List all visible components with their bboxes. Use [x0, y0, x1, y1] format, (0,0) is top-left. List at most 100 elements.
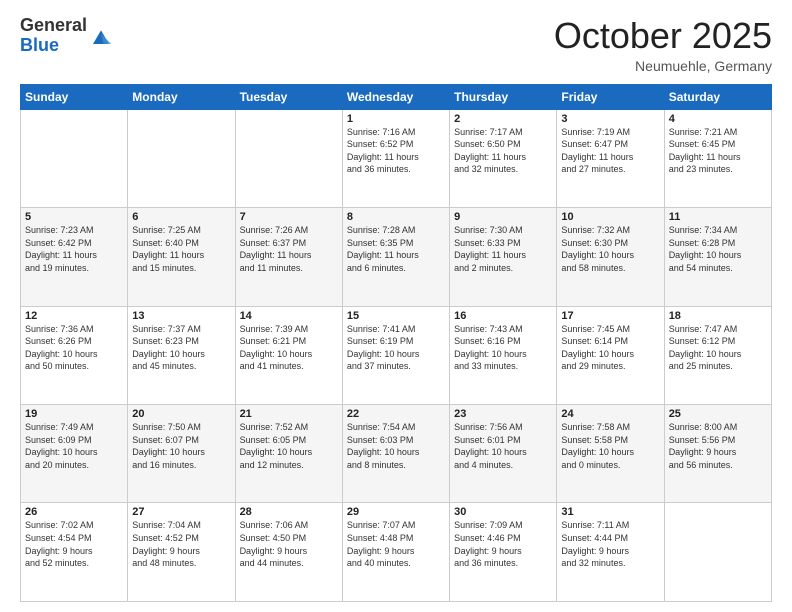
day-info: Sunrise: 7:11 AM Sunset: 4:44 PM Dayligh…: [561, 519, 659, 569]
week-row-3: 12Sunrise: 7:36 AM Sunset: 6:26 PM Dayli…: [21, 306, 772, 404]
day-info: Sunrise: 7:43 AM Sunset: 6:16 PM Dayligh…: [454, 323, 552, 373]
calendar-cell: 29Sunrise: 7:07 AM Sunset: 4:48 PM Dayli…: [342, 503, 449, 602]
calendar-cell: 9Sunrise: 7:30 AM Sunset: 6:33 PM Daylig…: [450, 208, 557, 306]
logo-general-text: General: [20, 16, 87, 36]
calendar-cell: 13Sunrise: 7:37 AM Sunset: 6:23 PM Dayli…: [128, 306, 235, 404]
day-number: 19: [25, 408, 123, 420]
week-row-5: 26Sunrise: 7:02 AM Sunset: 4:54 PM Dayli…: [21, 503, 772, 602]
day-number: 24: [561, 408, 659, 420]
calendar-cell: 8Sunrise: 7:28 AM Sunset: 6:35 PM Daylig…: [342, 208, 449, 306]
calendar-cell: 25Sunrise: 8:00 AM Sunset: 5:56 PM Dayli…: [664, 405, 771, 503]
calendar-cell: 21Sunrise: 7:52 AM Sunset: 6:05 PM Dayli…: [235, 405, 342, 503]
calendar-cell: 28Sunrise: 7:06 AM Sunset: 4:50 PM Dayli…: [235, 503, 342, 602]
day-info: Sunrise: 7:54 AM Sunset: 6:03 PM Dayligh…: [347, 421, 445, 471]
day-number: 29: [347, 506, 445, 518]
logo-blue-text: Blue: [20, 36, 87, 56]
day-info: Sunrise: 7:26 AM Sunset: 6:37 PM Dayligh…: [240, 224, 338, 274]
header-row: Sunday Monday Tuesday Wednesday Thursday…: [21, 84, 772, 109]
day-number: 12: [25, 310, 123, 322]
day-info: Sunrise: 7:09 AM Sunset: 4:46 PM Dayligh…: [454, 519, 552, 569]
location: Neumuehle, Germany: [554, 58, 772, 74]
calendar-cell: 27Sunrise: 7:04 AM Sunset: 4:52 PM Dayli…: [128, 503, 235, 602]
calendar-cell: 6Sunrise: 7:25 AM Sunset: 6:40 PM Daylig…: [128, 208, 235, 306]
day-info: Sunrise: 7:06 AM Sunset: 4:50 PM Dayligh…: [240, 519, 338, 569]
day-info: Sunrise: 7:02 AM Sunset: 4:54 PM Dayligh…: [25, 519, 123, 569]
day-info: Sunrise: 7:16 AM Sunset: 6:52 PM Dayligh…: [347, 126, 445, 176]
day-info: Sunrise: 7:17 AM Sunset: 6:50 PM Dayligh…: [454, 126, 552, 176]
calendar-cell: [128, 109, 235, 207]
day-number: 14: [240, 310, 338, 322]
calendar-cell: 7Sunrise: 7:26 AM Sunset: 6:37 PM Daylig…: [235, 208, 342, 306]
calendar-cell: 4Sunrise: 7:21 AM Sunset: 6:45 PM Daylig…: [664, 109, 771, 207]
day-number: 13: [132, 310, 230, 322]
day-info: Sunrise: 7:47 AM Sunset: 6:12 PM Dayligh…: [669, 323, 767, 373]
day-number: 1: [347, 113, 445, 125]
day-info: Sunrise: 7:34 AM Sunset: 6:28 PM Dayligh…: [669, 224, 767, 274]
day-number: 17: [561, 310, 659, 322]
calendar-cell: 5Sunrise: 7:23 AM Sunset: 6:42 PM Daylig…: [21, 208, 128, 306]
day-number: 23: [454, 408, 552, 420]
calendar-cell: 12Sunrise: 7:36 AM Sunset: 6:26 PM Dayli…: [21, 306, 128, 404]
calendar-cell: 31Sunrise: 7:11 AM Sunset: 4:44 PM Dayli…: [557, 503, 664, 602]
day-number: 11: [669, 211, 767, 223]
day-info: Sunrise: 7:49 AM Sunset: 6:09 PM Dayligh…: [25, 421, 123, 471]
calendar-cell: 2Sunrise: 7:17 AM Sunset: 6:50 PM Daylig…: [450, 109, 557, 207]
calendar-cell: 1Sunrise: 7:16 AM Sunset: 6:52 PM Daylig…: [342, 109, 449, 207]
logo-icon: [89, 24, 113, 48]
calendar-cell: 26Sunrise: 7:02 AM Sunset: 4:54 PM Dayli…: [21, 503, 128, 602]
title-block: October 2025 Neumuehle, Germany: [554, 16, 772, 74]
day-number: 28: [240, 506, 338, 518]
calendar-cell: 17Sunrise: 7:45 AM Sunset: 6:14 PM Dayli…: [557, 306, 664, 404]
header: General Blue October 2025 Neumuehle, Ger…: [20, 16, 772, 74]
day-info: Sunrise: 7:32 AM Sunset: 6:30 PM Dayligh…: [561, 224, 659, 274]
day-info: Sunrise: 7:39 AM Sunset: 6:21 PM Dayligh…: [240, 323, 338, 373]
calendar-cell: 14Sunrise: 7:39 AM Sunset: 6:21 PM Dayli…: [235, 306, 342, 404]
calendar-cell: 20Sunrise: 7:50 AM Sunset: 6:07 PM Dayli…: [128, 405, 235, 503]
day-info: Sunrise: 7:23 AM Sunset: 6:42 PM Dayligh…: [25, 224, 123, 274]
header-tuesday: Tuesday: [235, 84, 342, 109]
day-info: Sunrise: 7:21 AM Sunset: 6:45 PM Dayligh…: [669, 126, 767, 176]
calendar-cell: [664, 503, 771, 602]
day-info: Sunrise: 7:30 AM Sunset: 6:33 PM Dayligh…: [454, 224, 552, 274]
day-number: 20: [132, 408, 230, 420]
header-friday: Friday: [557, 84, 664, 109]
day-info: Sunrise: 7:52 AM Sunset: 6:05 PM Dayligh…: [240, 421, 338, 471]
day-number: 10: [561, 211, 659, 223]
week-row-1: 1Sunrise: 7:16 AM Sunset: 6:52 PM Daylig…: [21, 109, 772, 207]
day-info: Sunrise: 7:58 AM Sunset: 5:58 PM Dayligh…: [561, 421, 659, 471]
day-number: 4: [669, 113, 767, 125]
day-number: 6: [132, 211, 230, 223]
header-thursday: Thursday: [450, 84, 557, 109]
day-info: Sunrise: 7:25 AM Sunset: 6:40 PM Dayligh…: [132, 224, 230, 274]
month-title: October 2025: [554, 16, 772, 56]
calendar-cell: [21, 109, 128, 207]
day-info: Sunrise: 7:04 AM Sunset: 4:52 PM Dayligh…: [132, 519, 230, 569]
header-sunday: Sunday: [21, 84, 128, 109]
day-number: 22: [347, 408, 445, 420]
day-info: Sunrise: 8:00 AM Sunset: 5:56 PM Dayligh…: [669, 421, 767, 471]
day-number: 8: [347, 211, 445, 223]
calendar-cell: 15Sunrise: 7:41 AM Sunset: 6:19 PM Dayli…: [342, 306, 449, 404]
day-info: Sunrise: 7:28 AM Sunset: 6:35 PM Dayligh…: [347, 224, 445, 274]
calendar-cell: 23Sunrise: 7:56 AM Sunset: 6:01 PM Dayli…: [450, 405, 557, 503]
calendar-cell: 19Sunrise: 7:49 AM Sunset: 6:09 PM Dayli…: [21, 405, 128, 503]
day-number: 3: [561, 113, 659, 125]
day-number: 31: [561, 506, 659, 518]
day-number: 30: [454, 506, 552, 518]
day-number: 7: [240, 211, 338, 223]
day-number: 18: [669, 310, 767, 322]
day-info: Sunrise: 7:50 AM Sunset: 6:07 PM Dayligh…: [132, 421, 230, 471]
day-number: 2: [454, 113, 552, 125]
day-number: 5: [25, 211, 123, 223]
day-info: Sunrise: 7:19 AM Sunset: 6:47 PM Dayligh…: [561, 126, 659, 176]
week-row-2: 5Sunrise: 7:23 AM Sunset: 6:42 PM Daylig…: [21, 208, 772, 306]
header-saturday: Saturday: [664, 84, 771, 109]
day-number: 27: [132, 506, 230, 518]
day-info: Sunrise: 7:41 AM Sunset: 6:19 PM Dayligh…: [347, 323, 445, 373]
page: General Blue October 2025 Neumuehle, Ger…: [0, 0, 792, 612]
day-number: 25: [669, 408, 767, 420]
calendar-cell: 30Sunrise: 7:09 AM Sunset: 4:46 PM Dayli…: [450, 503, 557, 602]
day-info: Sunrise: 7:45 AM Sunset: 6:14 PM Dayligh…: [561, 323, 659, 373]
calendar-cell: 22Sunrise: 7:54 AM Sunset: 6:03 PM Dayli…: [342, 405, 449, 503]
calendar-cell: 18Sunrise: 7:47 AM Sunset: 6:12 PM Dayli…: [664, 306, 771, 404]
